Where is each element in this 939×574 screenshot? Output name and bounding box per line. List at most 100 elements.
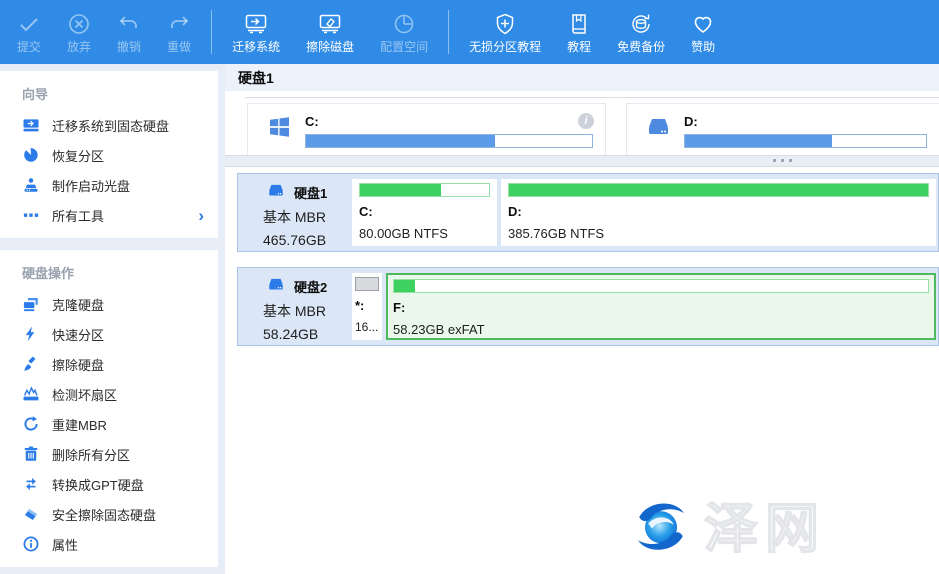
sidebar-item-rebuild[interactable]: 重建MBR [0,409,218,439]
undo-icon [117,11,141,38]
partition-usage-bar [359,183,490,197]
info-icon [22,535,40,553]
sidebar-item-dots[interactable]: 所有工具› [0,200,218,230]
partition-label: F: [393,300,929,315]
divider-line [245,97,939,98]
shield-plus-icon [493,11,517,38]
tab-disk1[interactable]: 硬盘1 [238,68,274,88]
partition-C[interactable]: C: 80.00GB NTFS [352,179,497,246]
overview-volume-label: C: [305,114,593,129]
partition-D[interactable]: D:385.76GB NTFS [501,179,936,246]
sidebar-item-label: 擦除硬盘 [52,355,104,374]
sidebar-item-label: 检测坏扇区 [52,385,117,404]
disk-meta[interactable]: 硬盘1基本 MBR465.76GB [238,174,340,251]
sidebar-item-info[interactable]: 属性 [0,529,218,559]
sidebar-section: 向导迁移系统到固态硬盘恢复分区制作启动光盘所有工具› [0,71,218,238]
sidebar-item-label: 所有工具 [52,206,104,225]
sidebar-item-label: 快速分区 [52,325,104,344]
sidebar-item-label: 属性 [52,535,78,554]
partition-usage-fill [509,184,928,196]
sidebar-section-title: 硬盘操作 [0,254,218,289]
backup-icon [629,11,653,38]
sidebar-item-label: 迁移系统到固态硬盘 [52,116,169,135]
drive-arrow-icon [244,11,268,38]
toolbar-button-heart[interactable]: 赞助 [678,8,728,57]
partition-strip: *:16...F:58.23GB exFAT [340,268,938,345]
sidebar-item-label: 克隆硬盘 [52,295,104,314]
main-panel: 硬盘1 C:iD: 硬盘1基本 MBR465.76GBC:80.00GB NTF… [225,64,939,574]
sidebar-item-clone[interactable]: 克隆硬盘 [0,289,218,319]
toolbar-button-label: 无损分区教程 [469,38,541,57]
toolbar-button-redo[interactable]: 重做 [154,8,204,57]
pane-splitter[interactable] [225,155,939,167]
overview-usage-bar [684,134,927,148]
sidebar-item-label: 转换成GPT硬盘 [52,475,144,494]
sidebar-item-label: 安全擦除固态硬盘 [52,505,156,524]
toolbar-separator [211,10,212,54]
overview-card-body: D: [684,114,927,155]
toolbar-button-label: 重做 [167,38,191,57]
dots-icon [22,206,40,224]
overview-usage-fill [685,135,832,147]
partition-label: D: [508,204,929,219]
pie-recover-icon [22,146,40,164]
toolbar-button-cancel[interactable]: 放弃 [54,8,104,57]
overview-usage-bar [305,134,593,148]
partition-usage-bar [508,183,929,197]
toolbar-button-backup[interactable]: 免费备份 [604,8,678,57]
drive-erase-icon [318,11,342,38]
sidebar-item-convert[interactable]: 转换成GPT硬盘 [0,469,218,499]
partition-F[interactable]: F:58.23GB exFAT [386,273,936,340]
toolbar-button-book[interactable]: 教程 [554,8,604,57]
partition-usage-bar [393,279,929,293]
check-icon [17,11,41,38]
toolbar-button-drive-arrow[interactable]: 迁移系统 [219,8,293,57]
disk-name: 硬盘1 [294,183,327,202]
drive-icon [263,182,294,202]
disk-meta[interactable]: 硬盘2基本 MBR58.24GB [238,268,340,345]
disk-overview-strip: C:i D: [247,103,939,155]
toolbar-button-shield-plus[interactable]: 无损分区教程 [456,8,554,57]
disk-name: 硬盘2 [294,277,327,296]
sidebar-item-trash[interactable]: 删除所有分区 [0,439,218,469]
toolbar-button-undo[interactable]: 撤销 [104,8,154,57]
sidebar-section: 硬盘操作克隆硬盘快速分区擦除硬盘检测坏扇区重建MBR删除所有分区转换成GPT硬盘… [0,250,218,567]
partition-usage-fill [360,184,441,196]
toolbar-button-label: 擦除磁盘 [306,38,354,57]
disk-list: 硬盘1基本 MBR465.76GB C: 80.00GB NTFS D:385.76G… [225,167,939,574]
disk-tab-bar: 硬盘1 [225,64,939,91]
partition-star[interactable]: *:16... [352,273,382,340]
partition-usage-fill [394,280,415,292]
toolbar-button-drive-erase[interactable]: 擦除磁盘 [293,8,367,57]
partition-label: C: [359,204,490,219]
overview-card-D[interactable]: D: [626,103,939,155]
toolbar-button-label: 放弃 [67,38,91,57]
wave-icon [22,385,40,403]
toolbar-button-label: 迁移系统 [232,38,280,57]
sidebar-item-broom[interactable]: 擦除硬盘 [0,349,218,379]
sidebar-item-ssd-migrate[interactable]: 迁移系统到固态硬盘 [0,110,218,140]
convert-icon [22,475,40,493]
sidebar-item-pie-recover[interactable]: 恢复分区 [0,140,218,170]
toolbar-button-pie-clock[interactable]: 配置空间 [367,8,441,57]
clone-icon [22,295,40,313]
toolbar-button-label: 配置空间 [380,38,428,57]
info-badge-icon[interactable]: i [578,113,594,129]
lightning-icon [22,325,40,343]
sidebar-item-wave[interactable]: 检测坏扇区 [0,379,218,409]
sidebar-item-lightning[interactable]: 快速分区 [0,319,218,349]
sidebar-item-disc-burn[interactable]: 制作启动光盘 [0,170,218,200]
toolbar-button-check[interactable]: 提交 [4,8,54,57]
sidebar-item-eraser[interactable]: 安全擦除固态硬盘 [0,499,218,529]
toolbar: 提交放弃撤销重做 迁移系统 擦除磁盘 配置空间 无损分区教程教程免费备份赞助 [0,0,939,64]
partition-label: *: [355,298,379,313]
sidebar: 向导迁移系统到固态硬盘恢复分区制作启动光盘所有工具›硬盘操作克隆硬盘快速分区擦除… [0,64,218,574]
splitter-handle-dots [773,159,792,162]
disk-type: 基本 MBR [263,301,340,321]
ssd-migrate-icon [22,116,40,134]
overview-card-C[interactable]: C:i [247,103,606,155]
partition-info: 80.00GB NTFS [359,226,490,241]
redo-icon [167,11,191,38]
windows-icon [266,115,293,139]
overview-card-body: C: [305,114,593,155]
